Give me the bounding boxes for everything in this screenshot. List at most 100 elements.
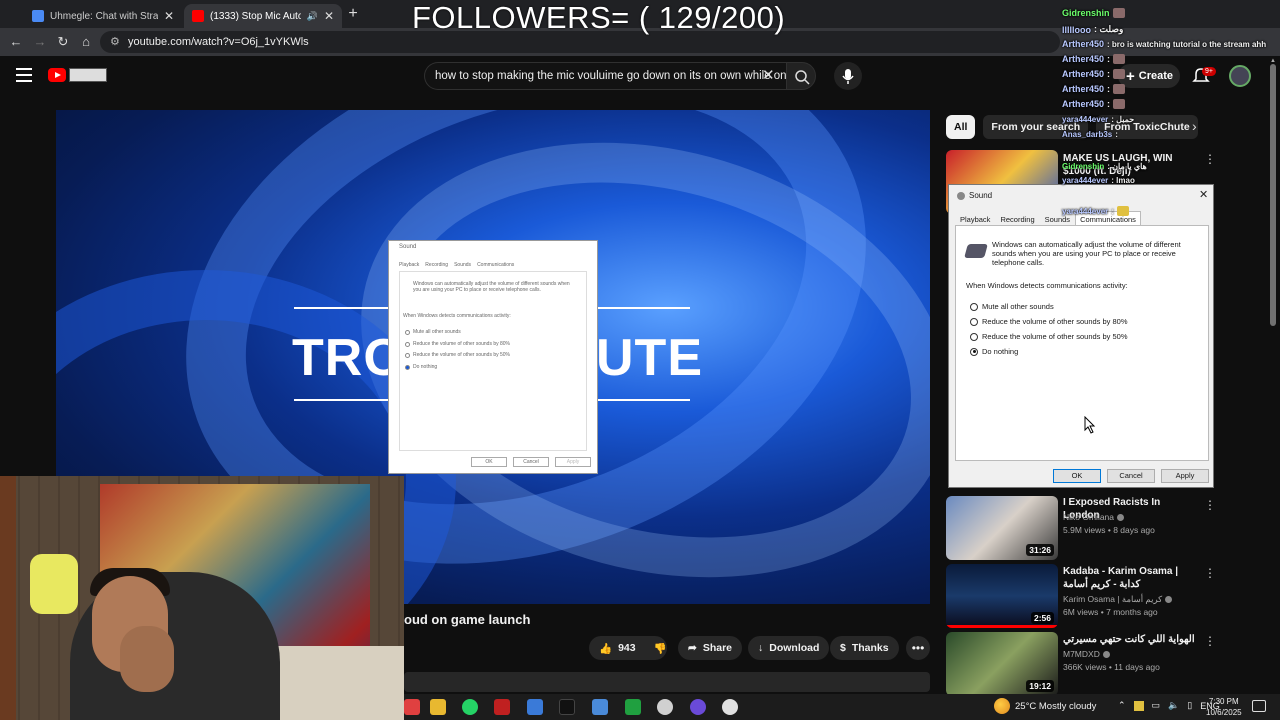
tab-title: (1333) Stop Mic Auto-Adju (210, 10, 301, 22)
tab-uhmegle[interactable]: Uhmegle: Chat with Strangers ✕ (24, 4, 182, 28)
option-label: Mute all other sounds (982, 302, 1054, 311)
option-reduce-50[interactable]: Reduce the volume of other sounds by 50% (970, 332, 1128, 341)
radio-button[interactable] (970, 317, 978, 326)
rec-meta: 5.9M views • 8 days ago (1063, 525, 1155, 535)
ok-button[interactable]: OK (1053, 469, 1101, 483)
thanks-button[interactable]: $ Thanks (830, 636, 899, 660)
voice-search-button[interactable] (834, 62, 862, 90)
forward-icon[interactable]: → (32, 34, 48, 50)
dialog-body: Windows can automatically adjust the vol… (955, 225, 1209, 461)
reload-icon[interactable]: ↻ (55, 34, 71, 50)
network-icon[interactable]: ▭ (1152, 700, 1161, 711)
mini-desc: Windows can automatically adjust the vol… (413, 281, 570, 293)
apply-button[interactable]: Apply (1161, 469, 1209, 483)
chip-all[interactable]: All (946, 115, 976, 139)
download-button[interactable]: ↓ Download (748, 636, 830, 660)
mic-icon (842, 69, 854, 84)
video-duration: 19:12 (1026, 680, 1054, 692)
page-scrollbar[interactable] (1270, 64, 1276, 326)
rec-channel[interactable]: Niko Omilana (1063, 512, 1125, 522)
dialog-description: Windows can automatically adjust the vol… (992, 240, 1181, 267)
speaker-icon (957, 192, 965, 200)
radio-button[interactable] (970, 332, 978, 341)
option-label: Do nothing (982, 347, 1019, 356)
clock[interactable]: 7:30 PM 10/6/2025 (1206, 696, 1242, 718)
speaker-icon[interactable]: 🔊 (307, 11, 318, 22)
weather-widget[interactable]: 25°C Mostly cloudy (994, 698, 1096, 714)
weather-text: 25°C Mostly cloudy (1015, 700, 1097, 712)
calculator-icon[interactable] (527, 699, 543, 715)
home-icon[interactable]: ⌂ (78, 34, 94, 50)
mini-cancel: Cancel (513, 457, 549, 467)
chat-message: yara444ever: lmao (1062, 176, 1135, 185)
youtube-favicon-icon (192, 10, 204, 22)
video-thumbnail[interactable]: 31:26 (946, 496, 1058, 560)
tab-youtube[interactable]: (1333) Stop Mic Auto-Adju 🔊 ✕ (184, 4, 342, 28)
new-tab-button[interactable]: + (344, 6, 362, 24)
video-thumbnail[interactable]: 2:56 (946, 564, 1058, 628)
video-duration: 31:26 (1026, 544, 1054, 556)
volume-icon[interactable]: 🔈 (1168, 700, 1179, 711)
option-mute[interactable]: Mute all other sounds (970, 302, 1054, 311)
obs-icon[interactable] (722, 699, 738, 715)
chat-message: yara444ever: حمبل (1062, 115, 1135, 124)
search-button[interactable] (786, 62, 816, 90)
back-icon[interactable]: ← (8, 34, 24, 50)
notification-center-icon[interactable] (1252, 700, 1266, 712)
app-icon[interactable] (404, 699, 420, 715)
share-button[interactable]: ➦ Share (678, 636, 742, 660)
mini-tab: Recording (425, 262, 449, 268)
thanks-label: Thanks (851, 642, 889, 654)
rec-title[interactable]: Kadaba - Karim Osama | كدابة - كريم أسام… (1063, 565, 1199, 591)
uhmegle-favicon-icon (32, 10, 44, 22)
option-reduce-80[interactable]: Reduce the volume of other sounds by 80% (970, 317, 1128, 326)
menu-icon[interactable] (16, 68, 32, 82)
search-icon (795, 70, 810, 85)
more-vert-icon[interactable]: ⋮ (1204, 498, 1216, 512)
more-vert-icon[interactable]: ⋮ (1204, 566, 1216, 580)
thumbs-down-icon[interactable]: 👎 (654, 642, 667, 655)
site-info-icon[interactable]: ⚙ (110, 35, 120, 48)
discord-icon[interactable] (690, 699, 706, 715)
chevron-up-icon[interactable]: ⌃ (1118, 700, 1126, 711)
radio-button[interactable] (970, 347, 978, 356)
youtube-logo[interactable] (48, 68, 108, 84)
rec-title[interactable]: الهواية اللي كانت حتهي مسيرتي (1063, 633, 1199, 646)
chat-message: Arther450: (1062, 99, 1126, 109)
mini-tab: Playback (399, 262, 420, 268)
mini-ok: OK (471, 457, 507, 467)
more-actions-button[interactable]: ••• (906, 636, 930, 660)
mini-option: Reduce the volume of other sounds by 80% (413, 341, 511, 347)
close-icon[interactable]: ✕ (324, 9, 334, 23)
video-title: oud on game launch (404, 612, 531, 627)
tray-app-icon[interactable] (1133, 700, 1144, 711)
like-button[interactable]: 👍 943 👎 (589, 636, 667, 660)
rec-channel[interactable]: M7MDXD (1063, 649, 1110, 659)
folder-icon[interactable] (430, 699, 446, 715)
weather-icon (994, 698, 1010, 714)
app-icon[interactable] (592, 699, 608, 715)
chat-message: Gidrenshin: هاي يا مان (1062, 162, 1147, 171)
xbox-icon[interactable] (625, 699, 641, 715)
clear-search-icon[interactable]: ✕ (762, 66, 775, 84)
like-count: 943 (618, 642, 636, 654)
option-do-nothing[interactable]: Do nothing (970, 347, 1018, 356)
rec-channel[interactable]: Karim Osama | كريم أسامة (1063, 594, 1173, 605)
close-icon[interactable]: ✕ (164, 9, 174, 23)
verified-icon (1117, 514, 1125, 522)
app-icon[interactable] (494, 699, 510, 715)
video-thumbnail[interactable]: 19:12 (946, 632, 1058, 696)
radio-button[interactable] (970, 302, 978, 311)
followers-counter: FOLLOWERS= ( 129/200) (412, 0, 786, 35)
verified-icon (1102, 651, 1110, 659)
browser-icon[interactable] (657, 699, 673, 715)
tiktok-icon[interactable] (559, 699, 575, 715)
whatsapp-icon[interactable] (462, 699, 478, 715)
detects-label: When Windows detects communications acti… (966, 281, 1128, 290)
battery-icon[interactable]: ▯ (1187, 700, 1192, 711)
chat-message: Arther450: (1062, 69, 1126, 79)
cancel-button[interactable]: Cancel (1107, 469, 1155, 483)
more-vert-icon[interactable]: ⋮ (1204, 634, 1216, 648)
description-box[interactable] (404, 672, 930, 692)
search-input[interactable]: how to stop making the mic vouluime go d… (424, 62, 786, 90)
